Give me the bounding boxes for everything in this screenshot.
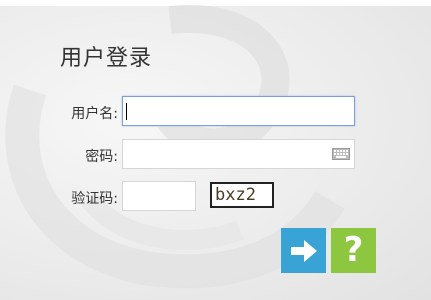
captcha-image[interactable]: bxz2: [210, 182, 274, 208]
page-title: 用户登录: [60, 46, 153, 71]
username-input[interactable]: [122, 96, 355, 126]
captcha-input[interactable]: [122, 181, 196, 211]
text-caret: [126, 103, 127, 120]
question-mark-icon: ?: [343, 230, 364, 270]
username-label: 用户名:: [71, 106, 118, 122]
help-button[interactable]: ?: [331, 228, 376, 273]
arrow-right-icon: [290, 239, 317, 262]
submit-button[interactable]: [281, 228, 326, 273]
captcha-label: 验证码:: [71, 191, 118, 207]
password-label: 密码:: [85, 149, 118, 165]
keyboard-icon[interactable]: [332, 148, 350, 160]
login-panel: 用户登录 用户名: 密码: 验证码: bxz2 ?: [0, 0, 431, 300]
password-input[interactable]: [122, 139, 355, 169]
